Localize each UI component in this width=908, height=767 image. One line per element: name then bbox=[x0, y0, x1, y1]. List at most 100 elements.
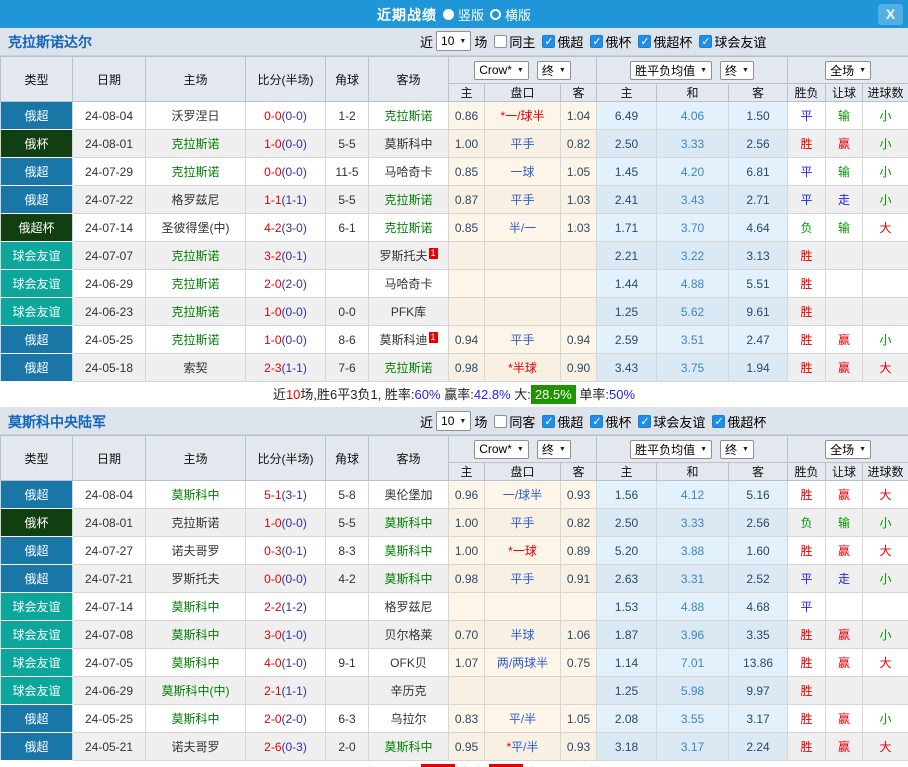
eu-home-odds: 1.14 bbox=[597, 649, 657, 677]
chevron-down-icon: ▼ bbox=[517, 446, 524, 453]
eu-home-odds: 1.25 bbox=[597, 677, 657, 705]
result-goals: 小 bbox=[863, 326, 908, 354]
result-wdl: 负 bbox=[788, 509, 826, 537]
ah-home-odds: 0.98 bbox=[449, 354, 485, 382]
corners: 5-5 bbox=[326, 509, 369, 537]
rusupercup-filter[interactable]: 俄超杯 bbox=[705, 412, 766, 431]
eu-away-odds: 13.86 bbox=[729, 649, 788, 677]
home-team: 沃罗涅日 bbox=[146, 102, 246, 130]
eu-away-odds: 2.52 bbox=[729, 565, 788, 593]
eu-home-odds: 1.53 bbox=[597, 593, 657, 621]
result-handicap: 赢 bbox=[826, 705, 863, 733]
eu-time-select[interactable]: 终▼ bbox=[720, 61, 754, 80]
panel-title: 近期战绩 bbox=[377, 5, 437, 25]
league-badge: 俄超 bbox=[1, 565, 73, 593]
corners: 5-8 bbox=[326, 481, 369, 509]
ah-home-odds bbox=[449, 298, 485, 326]
table-row: 俄杯 24-08-01 克拉斯诺 1-0(0-0) 5-5 莫斯科中 1.00 … bbox=[1, 509, 908, 537]
eu-away-odds: 2.71 bbox=[729, 186, 788, 214]
result-wdl: 平 bbox=[788, 593, 826, 621]
result-handicap: 输 bbox=[826, 214, 863, 242]
sub-wdl: 胜负 bbox=[788, 463, 826, 481]
summary-segment: 场,胜6平3负1, 胜率: bbox=[300, 387, 414, 402]
score: 4-0(1-0) bbox=[246, 649, 326, 677]
bookmaker-select[interactable]: Crow*▼ bbox=[474, 440, 529, 459]
home-team: 莫斯科中 bbox=[146, 593, 246, 621]
away-team: 辛历克 bbox=[369, 677, 449, 705]
close-icon[interactable]: X bbox=[878, 4, 903, 25]
eu-draw-odds: 3.55 bbox=[657, 705, 729, 733]
vertical-layout-radio[interactable] bbox=[443, 9, 454, 20]
score: 1-1(1-1) bbox=[246, 186, 326, 214]
bookmaker-select[interactable]: Crow*▼ bbox=[474, 61, 529, 80]
chevron-down-icon: ▼ bbox=[700, 446, 707, 453]
result-handicap: 赢 bbox=[826, 481, 863, 509]
score: 3-2(0-1) bbox=[246, 242, 326, 270]
ah-time-select[interactable]: 终▼ bbox=[537, 61, 571, 80]
eu-away-odds: 3.17 bbox=[729, 705, 788, 733]
result-handicap bbox=[826, 242, 863, 270]
eu-away-odds: 9.61 bbox=[729, 298, 788, 326]
home-team: 克拉斯诺 bbox=[146, 326, 246, 354]
scope-select[interactable]: 全场▼ bbox=[825, 61, 871, 80]
summary-segment: 近 bbox=[273, 387, 286, 402]
rucup-filter[interactable]: 俄杯 bbox=[583, 412, 631, 431]
avg-select[interactable]: 胜平负均值▼ bbox=[630, 440, 712, 459]
scope-group-header: 全场▼ bbox=[788, 57, 908, 84]
match-count-select[interactable]: 10▼ bbox=[436, 411, 471, 431]
ah-time-select[interactable]: 终▼ bbox=[537, 440, 571, 459]
handicap-line: 平手 bbox=[485, 509, 561, 537]
title-bar: 近期战绩 竖版 横版 X bbox=[0, 1, 908, 28]
scope-select[interactable]: 全场▼ bbox=[825, 440, 871, 459]
rusupercup-filter[interactable]: 俄超杯 bbox=[631, 32, 692, 51]
chevron-down-icon: ▼ bbox=[859, 446, 866, 453]
horizontal-layout-radio[interactable] bbox=[490, 9, 501, 20]
match-date: 24-05-25 bbox=[73, 705, 146, 733]
result-goals: 小 bbox=[863, 565, 908, 593]
result-goals: 小 bbox=[863, 102, 908, 130]
eu-draw-odds: 4.88 bbox=[657, 593, 729, 621]
rucup-filter[interactable]: 俄杯 bbox=[583, 32, 631, 51]
horizontal-layout-label[interactable]: 横版 bbox=[505, 5, 531, 24]
vertical-layout-label[interactable]: 竖版 bbox=[458, 5, 484, 24]
sub-eu-home: 主 bbox=[597, 463, 657, 481]
eu-time-select[interactable]: 终▼ bbox=[720, 440, 754, 459]
corners: 8-6 bbox=[326, 326, 369, 354]
corners: 11-5 bbox=[326, 158, 369, 186]
result-goals: 小 bbox=[863, 158, 908, 186]
score: 2-0(2-0) bbox=[246, 270, 326, 298]
friendly-filter[interactable]: 球会友谊 bbox=[631, 412, 705, 431]
corners: 6-3 bbox=[326, 705, 369, 733]
eu-away-odds: 2.56 bbox=[729, 509, 788, 537]
result-goals: 大 bbox=[863, 354, 908, 382]
chevron-down-icon: ▼ bbox=[559, 67, 566, 74]
col-score: 比分(半场) bbox=[246, 436, 326, 481]
rupl-filter[interactable]: 俄超 bbox=[535, 32, 583, 51]
sub-eu-home: 主 bbox=[597, 84, 657, 102]
corners: 8-3 bbox=[326, 537, 369, 565]
away-team: 乌拉尔 bbox=[369, 705, 449, 733]
away-team: 克拉斯诺 bbox=[369, 354, 449, 382]
result-goals: 小 bbox=[863, 186, 908, 214]
unit-label: 场 bbox=[474, 32, 487, 51]
near-label: 近 bbox=[420, 412, 433, 431]
score: 4-2(3-0) bbox=[246, 214, 326, 242]
corners: 5-5 bbox=[326, 130, 369, 158]
result-goals bbox=[863, 677, 908, 705]
result-wdl: 胜 bbox=[788, 270, 826, 298]
handicap-line bbox=[485, 270, 561, 298]
score: 2-0(2-0) bbox=[246, 705, 326, 733]
avg-select[interactable]: 胜平负均值▼ bbox=[630, 61, 712, 80]
table-row: 俄超 24-07-29 克拉斯诺 0-0(0-0) 11-5 马哈奇卡 0.85… bbox=[1, 158, 908, 186]
result-wdl: 胜 bbox=[788, 481, 826, 509]
home-team: 莫斯科中 bbox=[146, 705, 246, 733]
same-home-filter[interactable]: 同主 bbox=[487, 32, 535, 51]
same-away-filter[interactable]: 同客 bbox=[487, 412, 535, 431]
rupl-filter[interactable]: 俄超 bbox=[535, 412, 583, 431]
eu-draw-odds: 4.06 bbox=[657, 102, 729, 130]
eu-draw-odds: 3.88 bbox=[657, 537, 729, 565]
match-count-select[interactable]: 10▼ bbox=[436, 31, 471, 51]
result-handicap: 赢 bbox=[826, 537, 863, 565]
friendly-filter[interactable]: 球会友谊 bbox=[692, 32, 766, 51]
team1-name: 克拉斯诺达尔 bbox=[8, 32, 92, 52]
